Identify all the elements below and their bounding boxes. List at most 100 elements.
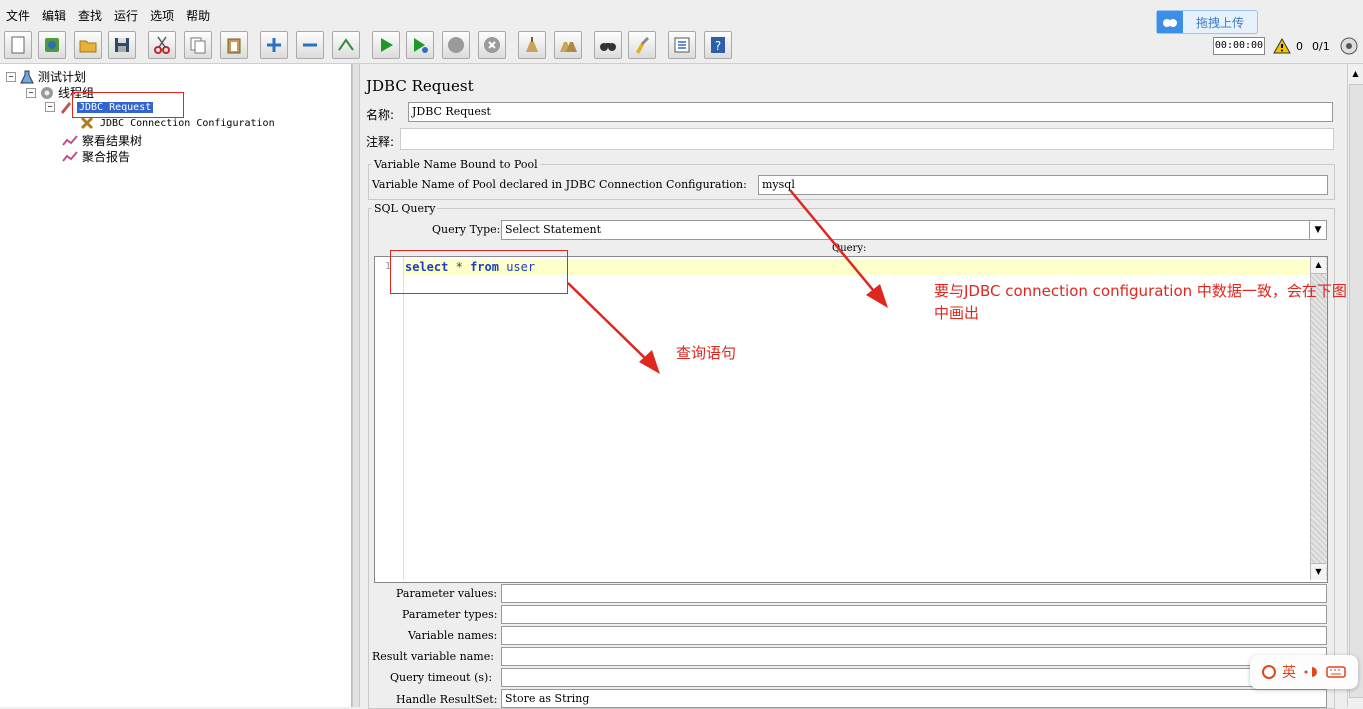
menu-run[interactable]: 运行 (108, 5, 144, 27)
beaker-icon (20, 70, 34, 83)
new-button[interactable] (4, 31, 32, 59)
collapse-icon (303, 43, 317, 47)
shutdown-icon (484, 37, 500, 53)
warning-icon[interactable] (1273, 38, 1291, 54)
thread-count: 0/1 (1312, 39, 1330, 53)
help-button[interactable]: ? (704, 31, 732, 59)
result-variable-label: Result variable name: (372, 650, 494, 663)
comment-field[interactable] (400, 128, 1334, 150)
ime-mode-label: 英 (1282, 665, 1296, 681)
start-button[interactable] (372, 31, 400, 59)
line-number-gutter: 1 (375, 257, 404, 580)
variable-names-field[interactable] (501, 626, 1327, 645)
tree-node-jdbc-config[interactable]: JDBC Connection Configuration (80, 116, 275, 130)
templates-icon (45, 38, 59, 52)
jdbc-request-panel: JDBC Request 名称: JDBC Request 注释: Variab… (360, 64, 1363, 709)
menu-search[interactable]: 查找 (72, 5, 108, 27)
sql-group-title: SQL Query (372, 202, 438, 215)
param-values-field[interactable] (501, 584, 1327, 603)
menu-options[interactable]: 选项 (144, 5, 180, 27)
param-types-field[interactable] (501, 605, 1327, 624)
paste-button[interactable] (220, 31, 248, 59)
scroll-up-icon[interactable]: ▲ (1348, 66, 1363, 82)
pool-group-title: Variable Name Bound to Pool (372, 158, 540, 171)
collapse-button[interactable] (296, 31, 324, 59)
scroll-up-icon[interactable]: ▲ (1311, 257, 1326, 274)
reset-search-button[interactable] (628, 31, 656, 59)
templates-button[interactable] (38, 31, 66, 59)
panel-scrollbar[interactable]: ▲ (1347, 64, 1363, 707)
open-button[interactable] (74, 31, 102, 59)
reset-search-icon (636, 37, 649, 54)
search-icon (600, 43, 616, 51)
toggle-button[interactable] (332, 31, 360, 59)
upload-widget[interactable]: 拖拽上传 (1156, 10, 1258, 34)
scrollbar-thumb[interactable] (1349, 84, 1363, 698)
clear-button[interactable] (518, 31, 546, 59)
panel-title: JDBC Request (366, 77, 474, 95)
search-button[interactable] (594, 31, 622, 59)
scroll-down-icon[interactable]: ▼ (1311, 563, 1326, 580)
test-plan-tree: − 测试计划 − 线程组 − JDBC Request JDBC Connect… (0, 64, 352, 707)
new-icon (11, 36, 25, 54)
tree-node-test-plan[interactable]: − 测试计划 (6, 68, 86, 85)
chevron-down-icon[interactable]: ▼ (1309, 221, 1326, 239)
handle-resultset-value: Store as String (505, 692, 590, 705)
query-type-value: Select Statement (505, 223, 602, 236)
stop-button[interactable] (442, 31, 470, 59)
start-no-pause-button[interactable] (406, 31, 434, 59)
paste-icon (227, 38, 241, 54)
ime-indicator[interactable]: 英 (1250, 655, 1358, 689)
cut-icon (154, 36, 170, 54)
clear-all-button[interactable] (554, 31, 582, 59)
save-button[interactable] (108, 31, 136, 59)
pool-name-field[interactable]: mysql (758, 175, 1328, 195)
annotation-query-note: 查询语句 (676, 344, 737, 362)
tools-icon (80, 116, 94, 130)
cut-button[interactable] (148, 31, 176, 59)
handle-resultset-label: Handle ResultSet: (396, 693, 498, 706)
stop-icon (448, 37, 464, 53)
query-label: Query: (832, 243, 867, 254)
collapse-toggle[interactable]: − (6, 71, 16, 82)
expand-icon (267, 38, 281, 52)
save-icon (115, 38, 129, 52)
param-values-label: Parameter values: (396, 587, 498, 600)
menu-help[interactable]: 帮助 (180, 5, 216, 27)
collapse-toggle[interactable]: − (26, 87, 36, 98)
result-variable-field[interactable] (501, 647, 1327, 666)
start-icon (381, 38, 393, 52)
pool-label: Variable Name of Pool declared in JDBC C… (372, 178, 747, 191)
status-area: 0 0/1 (1273, 36, 1359, 56)
annotation-pool-note: 要与JDBC connection configuration 中数据一致，会在… (934, 282, 1347, 322)
upload-label: 拖拽上传 (1195, 15, 1244, 30)
clear-all-icon (560, 42, 577, 52)
graph-icon (62, 150, 78, 162)
help-icon: ? (711, 37, 725, 53)
menu-edit[interactable]: 编辑 (36, 5, 72, 27)
menu-file[interactable]: 文件 (0, 5, 36, 27)
comment-label: 注释: (366, 135, 395, 149)
tree-node-results-tree[interactable]: 察看结果树 (62, 132, 142, 149)
shutdown-button[interactable] (478, 31, 506, 59)
copy-button[interactable] (184, 31, 212, 59)
name-field[interactable]: JDBC Request (408, 102, 1333, 122)
annotation-box-query (390, 250, 568, 294)
split-pane-divider[interactable] (352, 64, 360, 707)
cloud-icon (1157, 11, 1183, 33)
svg-text:?: ? (715, 39, 721, 53)
query-type-select[interactable]: Select Statement ▼ (501, 220, 1327, 240)
open-icon (79, 40, 97, 53)
tree-node-aggregate-report[interactable]: 聚合报告 (62, 148, 130, 165)
expand-button[interactable] (260, 31, 288, 59)
clear-icon (526, 37, 538, 52)
function-helper-button[interactable] (668, 31, 696, 59)
handle-resultset-select[interactable]: Store as String (501, 689, 1327, 708)
param-types-label: Parameter types: (402, 608, 498, 621)
query-type-label: Query Type: (432, 223, 501, 236)
gear-icon (41, 86, 53, 99)
keyboard-icon (1326, 666, 1346, 678)
collapse-toggle[interactable]: − (45, 102, 55, 112)
query-timeout-field[interactable] (501, 668, 1327, 687)
error-count: 0 (1296, 39, 1303, 53)
